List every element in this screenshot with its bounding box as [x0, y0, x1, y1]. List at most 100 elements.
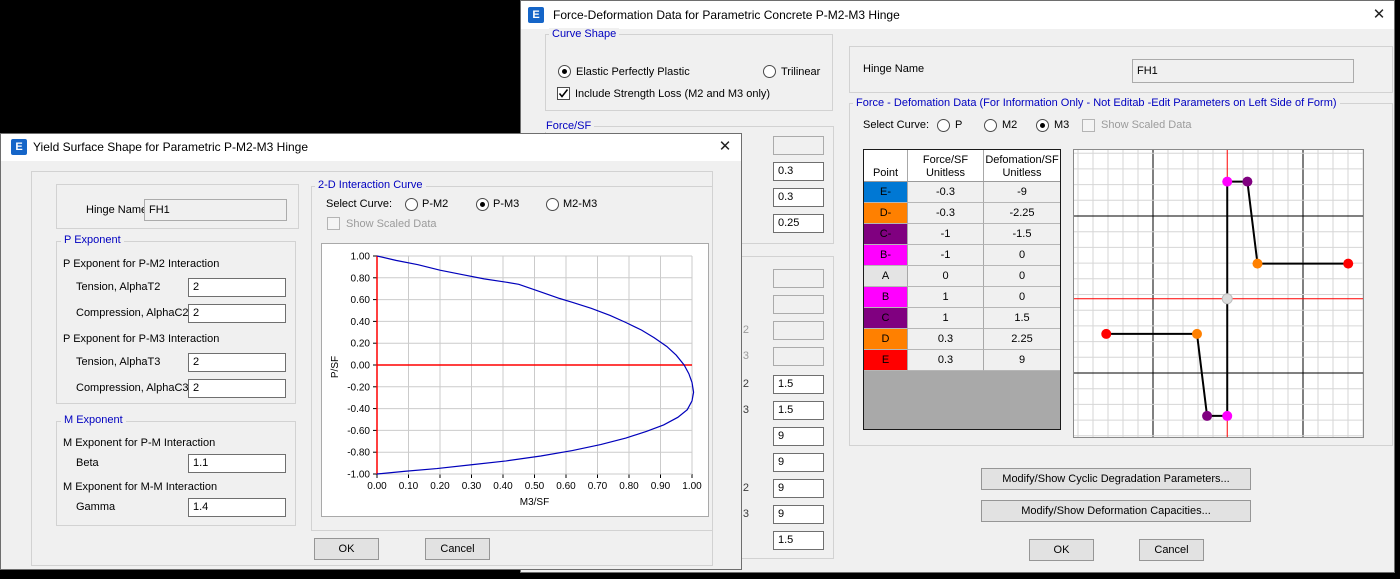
- y-tick-label: -1.00: [347, 470, 370, 481]
- radio-curve-m2[interactable]: [984, 119, 997, 132]
- table-header-force: Force/SFUnitless: [908, 150, 984, 181]
- deformation-sf-field-7[interactable]: 9: [773, 453, 824, 472]
- force-sf-group-label: Force/SF: [543, 120, 594, 132]
- curve-point-D-: [1192, 329, 1202, 339]
- deformation-sf-field-6[interactable]: 9: [773, 427, 824, 446]
- deformation-sf-field-1[interactable]: [773, 295, 824, 314]
- x-tick-label: 0.20: [430, 481, 450, 492]
- m-exponent-group-label: M Exponent: [61, 414, 126, 426]
- force-cell: -1: [908, 245, 984, 266]
- deformation-cell: -9: [984, 182, 1060, 203]
- table-header-deformation: Defomation/SFUnitless: [984, 150, 1060, 181]
- deformation-sf-field-0[interactable]: [773, 269, 824, 288]
- y-tick-label: 0.20: [351, 339, 371, 350]
- p-exponent-group-label: P Exponent: [61, 234, 124, 246]
- point-cell: B-: [864, 245, 908, 266]
- interaction-curve-group-label: 2-D Interaction Curve: [315, 179, 426, 191]
- deformation-cell: 2.25: [984, 329, 1060, 350]
- force-sf-field-2[interactable]: 0.3: [773, 188, 824, 207]
- force-cell: 1: [908, 308, 984, 329]
- radio-elastic-perfectly-plastic[interactable]: [558, 65, 571, 78]
- deformation-cell: 0: [984, 287, 1060, 308]
- hinge-name-field[interactable]: FH1: [1132, 59, 1354, 83]
- strength-loss-checkbox[interactable]: [557, 87, 570, 100]
- ys-hinge-name-label: Hinge Name: [86, 204, 147, 216]
- x-tick-label: 0.50: [525, 481, 545, 492]
- curve-point-C: [1242, 177, 1252, 187]
- alpha-t3-field[interactable]: 2: [188, 353, 286, 372]
- radio-curve-p-label: P: [955, 119, 962, 131]
- radio-pm3[interactable]: [476, 198, 489, 211]
- x-tick-label: 1.00: [682, 481, 702, 492]
- beta-field[interactable]: 1.1: [188, 454, 286, 473]
- force-cell: -0.3: [908, 182, 984, 203]
- y-tick-label: -0.60: [347, 426, 370, 437]
- app-icon: E: [528, 7, 544, 23]
- fd-titlebar: E Force-Deformation Data for Parametric …: [521, 1, 1394, 29]
- pm-interaction-heading: M Exponent for P-M Interaction: [63, 437, 215, 449]
- alpha-c3-field[interactable]: 2: [188, 379, 286, 398]
- fd-ok-button[interactable]: OK: [1029, 539, 1094, 561]
- y-tick-label: 0.00: [351, 361, 371, 372]
- radio-m2m3-label: M2-M3: [563, 198, 597, 210]
- radio-curve-p[interactable]: [937, 119, 950, 132]
- ys-ok-button[interactable]: OK: [314, 538, 379, 560]
- radio-curve-m3-label: M3: [1054, 119, 1069, 131]
- deformation-cell: 9: [984, 350, 1060, 371]
- point-cell: E: [864, 350, 908, 371]
- gamma-field[interactable]: 1.4: [188, 498, 286, 517]
- close-icon[interactable]: ✕: [715, 137, 735, 157]
- alpha-c3-label: Compression, AlphaC3: [76, 382, 189, 394]
- alpha-c2-field[interactable]: 2: [188, 304, 286, 323]
- table-row: D--0.3-2.25: [864, 203, 1060, 224]
- x-tick-label: 0.30: [462, 481, 482, 492]
- point-cell: B: [864, 287, 908, 308]
- deformation-cell: -1.5: [984, 224, 1060, 245]
- radio-pm2[interactable]: [405, 198, 418, 211]
- deformation-sf-field-2[interactable]: [773, 321, 824, 340]
- radio-trilinear-label: Trilinear: [781, 66, 820, 78]
- deformation-sf-field-8[interactable]: 9: [773, 479, 824, 498]
- curve-point-B: [1222, 177, 1232, 187]
- table-row: C11.5: [864, 308, 1060, 329]
- y-tick-label: 0.60: [351, 295, 371, 306]
- check-icon: [558, 88, 569, 99]
- alpha-t2-field[interactable]: 2: [188, 278, 286, 297]
- force-sf-field-1[interactable]: 0.3: [773, 162, 824, 181]
- force-deformation-plot: [1074, 150, 1363, 437]
- x-tick-label: 0.80: [619, 481, 639, 492]
- table-row: E--0.3-9: [864, 182, 1060, 203]
- y-tick-label: -0.80: [347, 448, 370, 459]
- curve-point-C-: [1202, 411, 1212, 421]
- interaction-curve-chart: 0.000.100.200.300.400.500.600.700.800.90…: [321, 243, 709, 517]
- force-sf-field-3[interactable]: 0.25: [773, 214, 824, 233]
- force-cell: -0.3: [908, 203, 984, 224]
- deformation-sf-field-9[interactable]: 9: [773, 505, 824, 524]
- deformation-sf-field-3[interactable]: [773, 347, 824, 366]
- curve-point-D: [1252, 259, 1262, 269]
- select-curve-label: Select Curve:: [863, 119, 929, 131]
- deformation-sf-field-4[interactable]: 1.5: [773, 375, 824, 394]
- show-scaled-checkbox[interactable]: [1082, 119, 1095, 132]
- y-axis-title: P/SF: [330, 356, 341, 378]
- fd-data-table: PointForce/SFUnitlessDefomation/SFUnitle…: [863, 149, 1061, 430]
- deformation-sf-field-5[interactable]: 1.5: [773, 401, 824, 420]
- point-cell: C-: [864, 224, 908, 245]
- ys-hinge-name-field[interactable]: FH1: [144, 199, 287, 221]
- fd-data-group-label: Force - Defomation Data (For Information…: [853, 97, 1340, 109]
- x-axis-title: M3/SF: [520, 497, 549, 508]
- radio-m2m3[interactable]: [546, 198, 559, 211]
- ys-show-scaled-checkbox[interactable]: [327, 217, 340, 230]
- fd-cancel-button[interactable]: Cancel: [1139, 539, 1204, 561]
- radio-curve-m3[interactable]: [1036, 119, 1049, 132]
- force-sf-field-0[interactable]: [773, 136, 824, 155]
- table-row: B10: [864, 287, 1060, 308]
- radio-trilinear[interactable]: [763, 65, 776, 78]
- modify-deformation-capacities-button[interactable]: Modify/Show Deformation Capacities...: [981, 500, 1251, 522]
- ys-cancel-button[interactable]: Cancel: [425, 538, 490, 560]
- close-icon[interactable]: ✕: [1369, 5, 1389, 25]
- app-icon: E: [11, 139, 27, 155]
- deformation-sf-field-10[interactable]: 1.5: [773, 531, 824, 550]
- modify-cyclic-degradation-button[interactable]: Modify/Show Cyclic Degradation Parameter…: [981, 468, 1251, 490]
- ys-show-scaled-label: Show Scaled Data: [346, 218, 437, 230]
